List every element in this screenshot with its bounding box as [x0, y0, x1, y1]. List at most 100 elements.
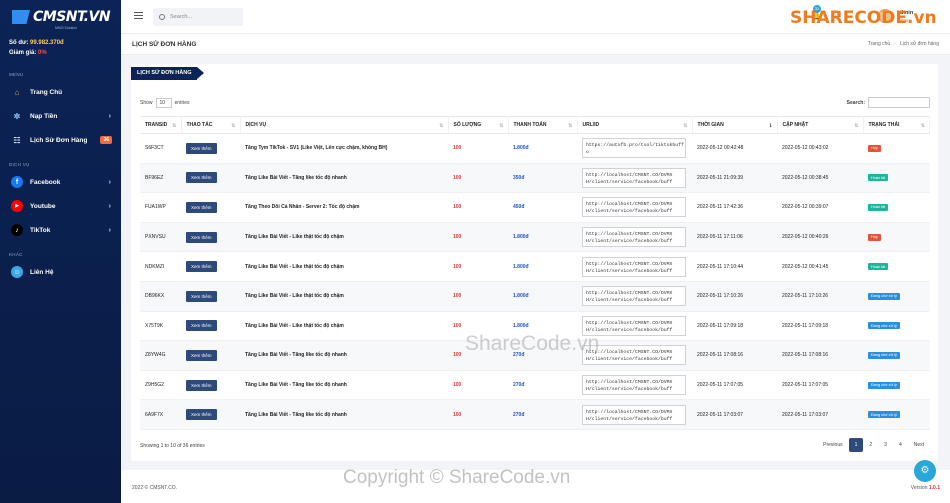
section-label-other: KHÁC: [9, 252, 23, 257]
sidebar-item-label: Youtube: [30, 202, 56, 210]
status-badge: Đang chờ xử lý: [868, 292, 900, 300]
cell-status: Đang chờ xử lý: [863, 340, 930, 371]
view-more-button[interactable]: Xem thêm: [186, 142, 217, 154]
sort-desc-icon: ⇂: [768, 123, 773, 129]
cell-payment: 1.800đ: [508, 251, 577, 282]
chevron-right-icon: ›: [108, 178, 111, 186]
cell-time: 2022-05-11 17:11:06: [692, 222, 777, 253]
balance-value: 99.982.370đ: [30, 40, 64, 46]
column-header[interactable]: TRẠNG THÁI ⇅: [863, 116, 930, 134]
pagination-page[interactable]: 1: [848, 438, 864, 452]
url-textarea[interactable]: http://localhost/CMSNT.CO/DVMX H/client/s…: [582, 167, 686, 188]
column-header[interactable]: URL/ID ⇅: [577, 116, 693, 134]
pagination-previous[interactable]: Previous: [817, 438, 848, 452]
cell-updated: 2022-05-11 17:03:07: [777, 399, 863, 430]
column-header[interactable]: THỜI GIAN ⇂: [692, 116, 778, 134]
url-textarea[interactable]: http://localhost/CMSNT.CO/DVMX H/client/s…: [582, 375, 686, 396]
cell-updated: 2022-05-12 00:43:02: [777, 133, 863, 164]
home-icon: ⌂: [14, 87, 20, 97]
column-header[interactable]: DỊCH VỤ ⇅: [240, 116, 449, 134]
cell-time: 2022-05-11 17:42:36: [692, 192, 777, 223]
status-badge: Hoàn tất: [868, 203, 889, 211]
page-length-control: Show 10 entries: [140, 98, 190, 108]
sidebar-item-tiktok[interactable]: ♪ TikTok ›: [0, 218, 121, 242]
cell-quantity: 100: [448, 163, 508, 194]
search-input[interactable]: Search...: [153, 8, 243, 26]
cell-service: Tăng Like Bài Viết - Tăng like tốc độ nh…: [240, 340, 448, 371]
view-more-button[interactable]: Xem thêm: [186, 320, 217, 332]
table-search-input[interactable]: [868, 97, 930, 108]
cell-transid: 6A9F7X: [140, 399, 181, 430]
url-textarea[interactable]: http://localhost/CMSNT.CO/DVMX H/client/s…: [582, 227, 686, 248]
cell-quantity: 100: [448, 370, 508, 401]
url-textarea[interactable]: http://localhost/CMSNT.CO/DVMX H/client/s…: [582, 286, 686, 307]
cell-action: Xem thêm: [181, 340, 240, 371]
view-more-button[interactable]: Xem thêm: [186, 261, 217, 273]
sidebar-item-label: Lịch Sử Đơn Hàng: [30, 136, 88, 144]
cell-transid: S6F3CT: [140, 133, 181, 164]
sidebar-item-facebook[interactable]: f Facebook ›: [0, 170, 121, 194]
view-more-button[interactable]: Xem thêm: [186, 172, 217, 184]
cell-url: http://localhost/CMSNT.CO/DVMX H/client/s…: [577, 192, 692, 223]
sidebar-item-contact[interactable]: ☺ Liên Hệ: [0, 260, 121, 284]
url-textarea[interactable]: http://localhost/CMSNT.CO/DVMX H/client/s…: [582, 256, 686, 277]
sidebar-item-youtube[interactable]: ▶ Youtube ›: [0, 194, 121, 218]
view-more-button[interactable]: Xem thêm: [186, 201, 217, 213]
sort-icon: ⇅: [568, 123, 573, 129]
cell-updated: 2022-05-12 00:39:07: [777, 192, 863, 223]
cell-url: http://localhost/CMSNT.CO/DVMX H/client/s…: [577, 251, 692, 282]
sidebar-item-home[interactable]: ⌂ Trang Chủ: [0, 80, 121, 104]
cell-transid: BF96EZ: [140, 163, 181, 194]
sidebar-item-deposit[interactable]: ✲ Nạp Tiền ›: [0, 104, 121, 128]
chevron-right-icon: ›: [108, 226, 111, 234]
cell-transid: PXNVSU: [140, 222, 181, 253]
chevron-right-icon: ›: [108, 202, 111, 210]
page-length-select[interactable]: 10: [155, 98, 172, 108]
menu-toggle-icon[interactable]: [134, 12, 143, 21]
view-more-button[interactable]: Xem thêm: [186, 231, 217, 243]
footer-version: Version 1.0.1: [910, 485, 940, 491]
sort-icon: ⇅: [683, 123, 688, 129]
column-header[interactable]: THAO TÁC ⇅: [181, 116, 241, 134]
cell-time: 2022-05-11 17:08:16: [692, 340, 777, 371]
sidebar-item-label: TikTok: [30, 226, 51, 234]
cell-transid: Z8YW4G: [140, 340, 181, 371]
table-row: S6F3CT Xem thêm Tăng Tym TikTok - SV1 (Lik…: [140, 133, 930, 164]
view-more-button[interactable]: Xem thêm: [186, 409, 217, 421]
breadcrumb: Trang chủ › Lịch sử đơn hàng: [868, 41, 939, 47]
column-header[interactable]: SỐ LƯỢNG ⇅: [448, 116, 509, 134]
column-header[interactable]: CẬP NHẬT ⇅: [777, 116, 864, 134]
breadcrumb-home[interactable]: Trang chủ: [868, 41, 890, 47]
url-textarea[interactable]: https://autofb.pro/tool/tiktokbuff o: [582, 138, 686, 159]
cell-service: Tăng Like Bài Viết - Like thật tốc độ ch…: [240, 251, 448, 282]
view-more-button[interactable]: Xem thêm: [186, 349, 217, 361]
pagination-next[interactable]: Next: [908, 438, 930, 452]
cell-payment: 450đ: [508, 192, 577, 223]
sidebar-item-order-history[interactable]: ☷ Lịch Sử Đơn Hàng 36: [0, 128, 121, 152]
pagination-page[interactable]: 2: [863, 438, 878, 452]
cell-quantity: 100: [448, 399, 508, 430]
pagination-page[interactable]: 3: [878, 438, 893, 452]
cell-time: 2022-05-11 17:10:44: [692, 251, 777, 282]
pagination-page[interactable]: 4: [893, 438, 908, 452]
column-header[interactable]: THANH TOÁN ⇅: [508, 116, 578, 134]
page-header: LỊCH SỬ ĐƠN HÀNG Trang chủ › Lịch sử đơn h…: [121, 34, 950, 55]
watermark-top: SHARECODE.vn: [790, 8, 937, 28]
cell-action: Xem thêm: [181, 222, 240, 253]
cell-transid: Z9H5G2: [140, 370, 181, 401]
sort-icon: ⇅: [854, 123, 859, 129]
view-more-button[interactable]: Xem thêm: [186, 379, 217, 391]
settings-fab-icon[interactable]: ⚙: [914, 460, 936, 482]
cell-url: http://localhost/CMSNT.CO/DVMX H/client/s…: [577, 222, 692, 253]
cell-action: Xem thêm: [181, 163, 240, 194]
table-row: FUA1WP Xem thêm Tăng Theo Dõi Cá Nhân - Se…: [140, 192, 930, 223]
sort-icon: ⇅: [439, 123, 444, 129]
cell-service: Tăng Like Bài Viết - Tăng like tốc độ nh…: [240, 370, 448, 401]
column-header[interactable]: TRANSID ⇅: [140, 116, 182, 134]
view-more-button[interactable]: Xem thêm: [186, 290, 217, 302]
version-number: 1.0.1: [928, 485, 940, 491]
cell-status: Hoàn tất: [863, 251, 930, 282]
url-textarea[interactable]: http://localhost/CMSNT.CO/DVMX H/client/s…: [582, 404, 686, 425]
table-row: NDKMZI Xem thêm Tăng Like Bài Viết - Like …: [140, 251, 930, 282]
url-textarea[interactable]: http://localhost/CMSNT.CO/DVMX H/client/s…: [582, 197, 686, 218]
